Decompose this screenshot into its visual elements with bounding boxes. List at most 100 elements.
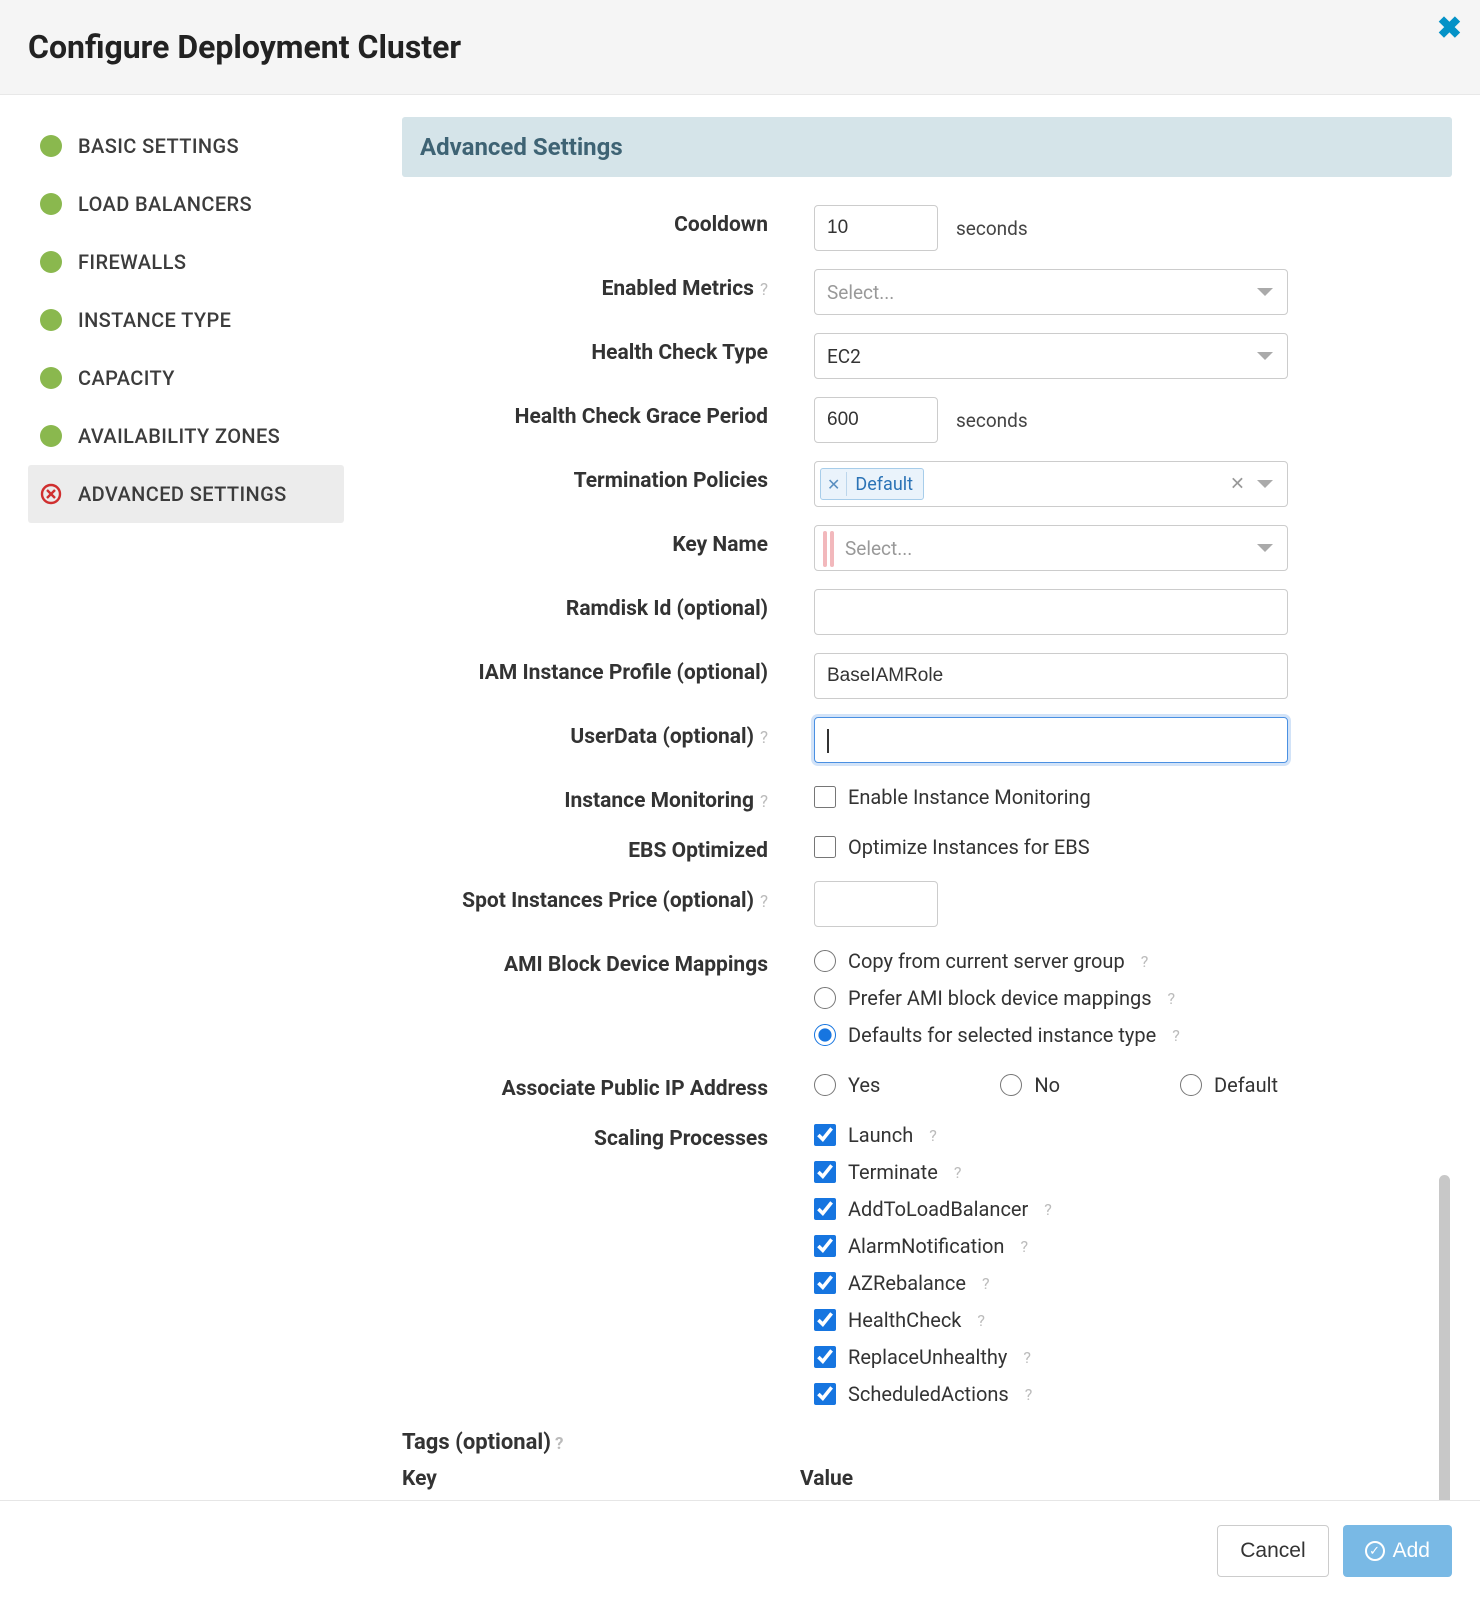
sidebar-item-loadbalancers[interactable]: LOAD BALANCERS [28,175,344,233]
chevron-down-icon [1257,544,1273,552]
label-ami-block: AMI Block Device Mappings [402,945,814,977]
spot-price-input[interactable] [814,881,938,927]
grace-period-input[interactable] [814,397,938,443]
scaling-healthcheck[interactable]: HealthCheck? [814,1304,1052,1336]
sidebar-label: ADVANCED SETTINGS [78,482,287,506]
scaling-azrebalance[interactable]: AZRebalance? [814,1267,1052,1299]
sidebar-label: FIREWALLS [78,250,186,274]
label-cooldown: Cooldown [402,205,814,237]
public-ip-yes[interactable]: Yes [814,1069,880,1101]
tags-col-value: Value [800,1467,1198,1491]
instance-monitoring-checkbox[interactable]: Enable Instance Monitoring [814,781,1091,813]
status-dot-icon [40,193,62,215]
content: Advanced Settings Cooldown seconds Enabl… [344,117,1452,1500]
scaling-replaceunhealthy[interactable]: ReplaceUnhealthy? [814,1341,1052,1373]
scaling-alarm[interactable]: AlarmNotification? [814,1230,1052,1262]
help-icon[interactable]: ? [1172,1026,1180,1045]
scaling-terminate[interactable]: Terminate? [814,1156,1052,1188]
ami-option-defaults[interactable]: Defaults for selected instance type ? [814,1019,1180,1051]
label-enabled-metrics: Enabled Metrics? [402,269,814,301]
sidebar-item-firewalls[interactable]: FIREWALLS [28,233,344,291]
status-dot-icon [40,367,62,389]
sidebar: BASIC SETTINGS LOAD BALANCERS FIREWALLS … [28,117,344,1500]
help-icon[interactable]: ? [760,280,768,300]
remove-tag-icon[interactable]: ✕ [827,472,847,496]
help-icon[interactable]: ? [982,1274,990,1293]
chevron-down-icon [1257,480,1273,488]
ramdisk-input[interactable] [814,589,1288,635]
add-button[interactable]: ✓ Add [1343,1525,1452,1577]
termination-policies-select[interactable]: ✕ Default ✕ [814,461,1288,507]
chevron-down-icon [1257,352,1273,360]
label-iam: IAM Instance Profile (optional) [402,653,814,685]
ami-option-copy[interactable]: Copy from current server group ? [814,945,1180,977]
tags-heading: Tags (optional)? [402,1430,1452,1455]
enabled-metrics-select[interactable]: Select... [814,269,1288,315]
help-icon[interactable]: ? [929,1126,937,1145]
sidebar-label: AVAILABILITY ZONES [78,424,280,448]
userdata-input[interactable] [814,717,1288,763]
label-public-ip: Associate Public IP Address [402,1069,814,1101]
ami-option-prefer[interactable]: Prefer AMI block device mappings ? [814,982,1180,1014]
modal-body: BASIC SETTINGS LOAD BALANCERS FIREWALLS … [0,95,1480,1500]
sidebar-label: BASIC SETTINGS [78,134,239,158]
scrollbar[interactable] [1439,1175,1450,1511]
help-icon[interactable]: ? [1020,1237,1028,1256]
cooldown-input[interactable] [814,205,938,251]
help-icon[interactable]: ? [977,1311,985,1330]
help-icon[interactable]: ? [1044,1200,1052,1219]
health-check-type-select[interactable]: EC2 [814,333,1288,379]
label-spot: Spot Instances Price (optional)? [402,881,814,913]
label-key-name: Key Name [402,525,814,557]
scaling-addtolb[interactable]: AddToLoadBalancer? [814,1193,1052,1225]
help-icon[interactable]: ? [954,1163,962,1182]
status-dot-icon [40,309,62,331]
help-icon[interactable]: ? [555,1434,563,1454]
status-dot-icon [40,251,62,273]
help-icon[interactable]: ? [1025,1385,1033,1404]
grace-suffix: seconds [956,409,1028,432]
error-icon [40,483,62,505]
sidebar-label: INSTANCE TYPE [78,308,231,332]
modal-footer: Cancel ✓ Add [0,1500,1480,1600]
label-ebs: EBS Optimized [402,831,814,863]
public-ip-default[interactable]: Default [1180,1069,1278,1101]
sidebar-label: LOAD BALANCERS [78,192,252,216]
status-dot-icon [40,135,62,157]
label-instance-monitoring: Instance Monitoring? [402,781,814,813]
sidebar-item-az[interactable]: AVAILABILITY ZONES [28,407,344,465]
help-icon[interactable]: ? [1023,1348,1031,1367]
close-icon[interactable]: ✖ [1437,14,1462,44]
help-icon[interactable]: ? [760,792,768,812]
chevron-down-icon [1257,288,1273,296]
modal-header: Configure Deployment Cluster ✖ [0,0,1480,95]
public-ip-no[interactable]: No [1000,1069,1060,1101]
section-header: Advanced Settings [402,117,1452,177]
scaling-scheduled[interactable]: ScheduledActions? [814,1378,1052,1410]
sidebar-item-instancetype[interactable]: INSTANCE TYPE [28,291,344,349]
help-icon[interactable]: ? [760,892,768,912]
label-userdata: UserData (optional)? [402,717,814,749]
sidebar-item-capacity[interactable]: CAPACITY [28,349,344,407]
ebs-optimized-checkbox[interactable]: Optimize Instances for EBS [814,831,1090,863]
termination-tag: ✕ Default [820,468,924,500]
sidebar-item-advanced[interactable]: ADVANCED SETTINGS [28,465,344,523]
label-health-check-type: Health Check Type [402,333,814,365]
key-name-select[interactable]: Select... [814,525,1288,571]
check-circle-icon: ✓ [1365,1541,1385,1561]
label-grace-period: Health Check Grace Period [402,397,814,429]
scaling-launch[interactable]: Launch? [814,1119,1052,1151]
cancel-button[interactable]: Cancel [1217,1525,1328,1577]
iam-profile-input[interactable] [814,653,1288,699]
label-scaling: Scaling Processes [402,1119,814,1151]
help-icon[interactable]: ? [760,728,768,748]
label-ramdisk: Ramdisk Id (optional) [402,589,814,621]
help-icon[interactable]: ? [1141,952,1149,971]
tags-col-key: Key [402,1467,800,1491]
cooldown-suffix: seconds [956,217,1028,240]
help-icon[interactable]: ? [1168,989,1176,1008]
clear-all-icon[interactable]: ✕ [1230,474,1245,495]
sidebar-item-basic[interactable]: BASIC SETTINGS [28,117,344,175]
label-termination: Termination Policies [402,461,814,493]
tags-table-header: Key Value [402,1467,1452,1502]
